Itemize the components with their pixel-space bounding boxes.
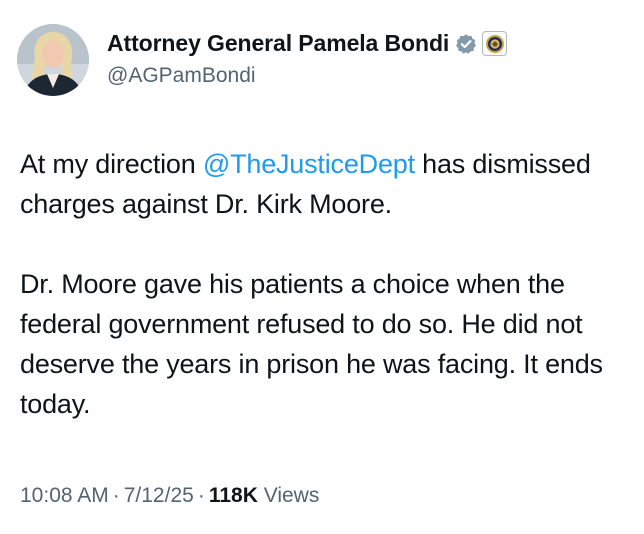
tweet-meta: 10:08 AM · 7/12/25 · 118K Views — [20, 484, 319, 508]
doj-seal-icon[interactable] — [482, 31, 508, 56]
avatar-image — [17, 24, 89, 96]
tweet-text-segment: At my direction — [20, 149, 203, 179]
views-label: Views — [263, 484, 320, 507]
verified-badge-icon[interactable] — [455, 33, 477, 55]
mention-link[interactable]: @TheJusticeDept — [203, 149, 415, 179]
tweet-text: At my direction @TheJusticeDept has dism… — [20, 144, 630, 424]
tweet-card: Attorney General Pamela Bondi @AGPamBond… — [0, 0, 644, 534]
tweet-paragraph: Dr. Moore gave his patients a choice whe… — [20, 269, 603, 419]
author-handle[interactable]: @AGPamBondi — [107, 64, 256, 88]
author-row: Attorney General Pamela Bondi — [107, 30, 508, 57]
meta-separator: · — [197, 484, 205, 507]
meta-separator: · — [112, 484, 120, 507]
views-count: 118K — [208, 484, 258, 507]
tweet-time[interactable]: 10:08 AM — [20, 484, 109, 507]
author-display-name[interactable]: Attorney General Pamela Bondi — [107, 30, 449, 57]
tweet-paragraph: At my direction @TheJusticeDept has dism… — [20, 144, 630, 224]
tweet-date[interactable]: 7/12/25 — [124, 484, 194, 507]
avatar[interactable] — [17, 24, 89, 96]
